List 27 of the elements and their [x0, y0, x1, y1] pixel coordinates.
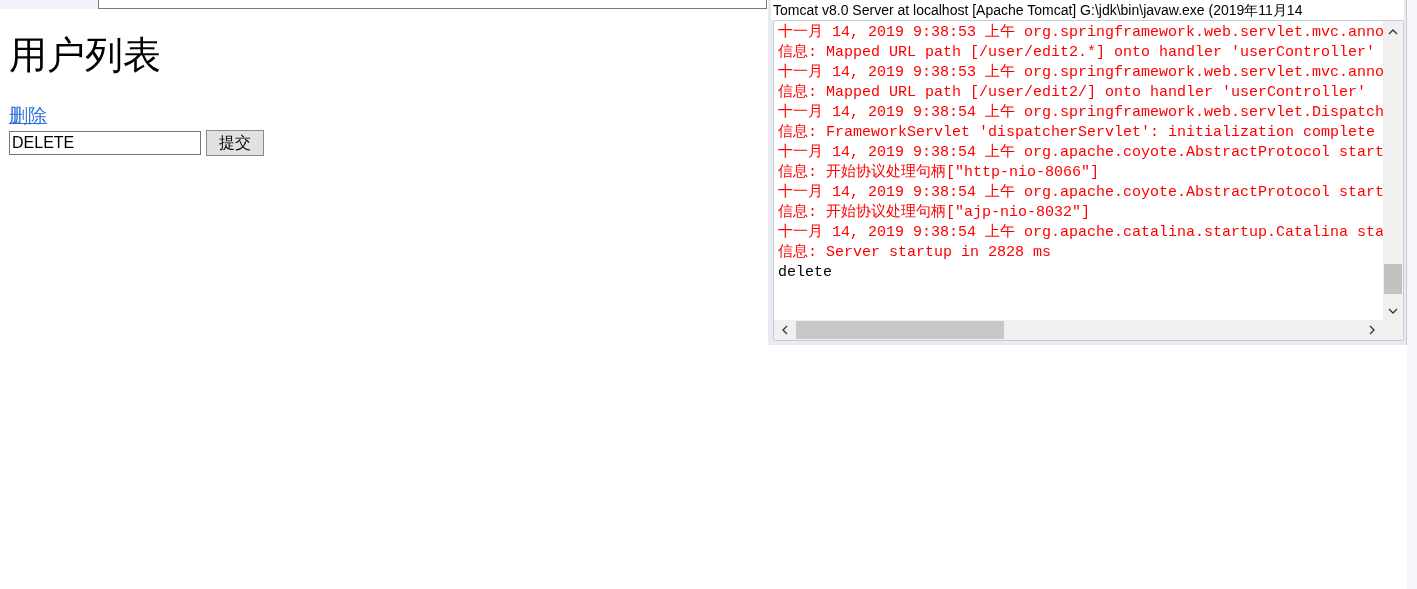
scroll-down-icon[interactable]: [1388, 308, 1398, 314]
console-title: Tomcat v8.0 Server at localhost [Apache Tomcat] G:\jdk\bin\javaw.exe (2019年11月14: [771, 0, 1404, 20]
console-line: 信息: FrameworkServlet 'dispatcherServlet': initialization complete: [778, 123, 1377, 143]
scroll-right-icon[interactable]: [1369, 325, 1375, 335]
address-field[interactable]: [98, 0, 767, 9]
page-heading: 用户列表: [9, 33, 161, 77]
horizontal-scrollbar[interactable]: [774, 320, 1403, 340]
text-input[interactable]: DELETE: [9, 131, 201, 155]
delete-link[interactable]: 删除: [9, 105, 47, 127]
console-line: 信息: 开始协议处理句柄["http-nio-8066"]: [778, 163, 1101, 183]
console-line: 十一月 14, 2019 9:38:53 上午 org.springframework.web.servlet.mvc.anno: [778, 23, 1383, 43]
console-line: 信息: Server startup in 2828 ms: [778, 243, 1053, 263]
console-line: 信息: Mapped URL path [/user/edit2.*] onto handler 'userController': [778, 43, 1377, 63]
submit-button[interactable]: 提交: [206, 130, 264, 156]
console-line: delete: [778, 263, 833, 283]
console-line: 十一月 14, 2019 9:38:54 上午 org.apache.coyote.AbstractProtocol start: [778, 143, 1383, 163]
console-line: 十一月 14, 2019 9:38:53 上午 org.springframework.web.servlet.mvc.anno: [778, 63, 1383, 83]
console-line: 信息: Mapped URL path [/user/edit2/] onto handler 'userController': [778, 83, 1368, 103]
scroll-left-icon[interactable]: [782, 325, 788, 335]
console-line: 十一月 14, 2019 9:38:54 上午 org.apache.coyote.AbstractProtocol start: [778, 183, 1383, 203]
scroll-up-icon[interactable]: [1388, 29, 1398, 35]
console-line: 信息: 开始协议处理句柄["ajp-nio-8032"]: [778, 203, 1092, 223]
vertical-scrollbar[interactable]: [1383, 21, 1403, 320]
scrollbar-thumb[interactable]: [796, 321, 1004, 339]
console-line: 十一月 14, 2019 9:38:54 上午 org.apache.catalina.startup.Catalina sta: [778, 223, 1383, 243]
scrollbar-thumb[interactable]: [1384, 264, 1402, 294]
console-line: 十一月 14, 2019 9:38:54 上午 org.springframework.web.servlet.Dispatch: [778, 103, 1383, 123]
